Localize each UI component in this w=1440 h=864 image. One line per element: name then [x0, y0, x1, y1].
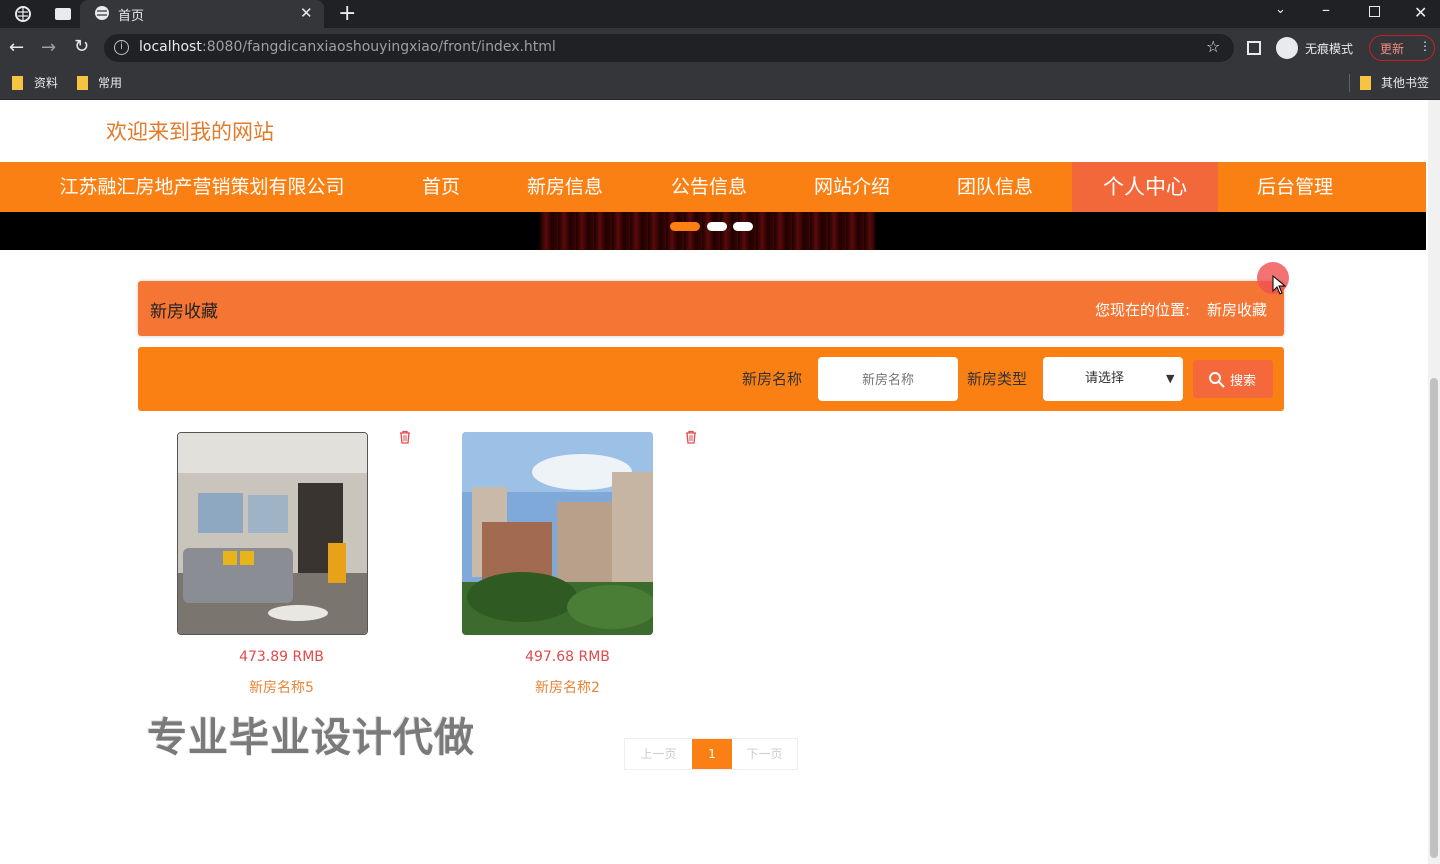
minimize-icon[interactable]: – [1322, 0, 1330, 19]
bookmarks-bar: 资料 常用 其他书签 [0, 68, 1440, 100]
update-button[interactable]: 更新 ⋮ [1369, 35, 1435, 61]
living-room-picture [178, 433, 367, 634]
bookmark-changyong[interactable]: 常用 [98, 74, 122, 91]
address-bar[interactable]: i localhost :8080/fangdicanxiaoshouyingx… [104, 34, 1234, 62]
browser-tab-home[interactable]: 首页 ✕ [80, 0, 324, 28]
breadcrumb-current[interactable]: 新房收藏 [1207, 299, 1267, 320]
breadcrumb-label: 您现在的位置: [1095, 301, 1191, 319]
page-title: 新房收藏 [150, 302, 218, 322]
side-panel-icon[interactable] [1247, 41, 1261, 55]
welcome-text: 欢迎来到我的网站 [106, 120, 274, 144]
nav-notices[interactable]: 公告信息 [638, 162, 780, 212]
delete-icon[interactable] [398, 430, 412, 444]
restore-icon[interactable] [1369, 6, 1380, 17]
name-label: 新房名称 [742, 370, 803, 388]
banner-carousel [0, 212, 1426, 250]
reload-icon[interactable]: ↻ [74, 36, 89, 57]
nav-about[interactable]: 网站介绍 [781, 162, 923, 212]
incognito-label: 无痕模式 [1305, 42, 1354, 56]
tab-search-icon[interactable] [54, 6, 72, 22]
update-label: 更新 [1380, 42, 1405, 56]
bookmark-star-icon[interactable]: ☆ [1206, 37, 1220, 56]
search-button-label: 搜索 [1230, 374, 1257, 389]
other-bookmarks[interactable]: 其他书签 [1381, 74, 1429, 91]
url-path: :8080/fangdicanxiaoshouyingxiao/front/in… [202, 39, 556, 55]
bookmark-ziliao[interactable]: 资料 [34, 74, 58, 91]
nav-home[interactable]: 首页 [392, 162, 490, 212]
nav-personal-center[interactable]: 个人中心 [1072, 162, 1218, 212]
carousel-dot[interactable] [733, 222, 753, 231]
tab-favicon-icon [95, 6, 109, 20]
type-select[interactable]: 请选择 ▼ [1043, 357, 1183, 401]
bookmark-divider [1349, 74, 1350, 92]
nav-admin[interactable]: 后台管理 [1224, 162, 1366, 212]
watermark-text: 专业毕业设计代做 [147, 715, 475, 761]
close-window-icon[interactable]: ✕ [1414, 3, 1427, 22]
item-price: 473.89 RMB [239, 649, 324, 665]
type-label: 新房类型 [967, 370, 1028, 388]
back-icon[interactable]: ← [9, 37, 24, 58]
carousel-dot[interactable] [707, 222, 727, 231]
new-tab-icon[interactable]: + [338, 1, 356, 26]
main-nav: 江苏融汇房地产营销策划有限公司 首页 新房信息 公告信息 网站介绍 团队信息 个… [0, 162, 1426, 212]
url-host: localhost [139, 39, 202, 55]
forward-icon[interactable]: → [41, 37, 56, 58]
search-bar: 新房名称 新房类型 请选择 ▼ 搜索 [138, 347, 1284, 411]
company-name[interactable]: 江苏融汇房地产营销策划有限公司 [40, 162, 364, 212]
item-name[interactable]: 新房名称2 [472, 677, 663, 697]
folder-icon [77, 76, 88, 90]
house-image-living-room[interactable] [177, 432, 368, 635]
house-image-apartments[interactable] [462, 432, 653, 635]
item-name[interactable]: 新房名称5 [186, 677, 377, 697]
scrollbar-thumb[interactable] [1430, 378, 1438, 858]
prev-page-button[interactable]: 上一页 [625, 739, 692, 769]
name-input[interactable] [818, 357, 958, 401]
search-icon [1209, 372, 1225, 388]
incognito-icon[interactable] [1276, 37, 1298, 59]
folder-icon [12, 76, 23, 90]
pagination: 上一页 1 下一页 [624, 738, 798, 770]
delete-icon[interactable] [684, 430, 698, 444]
next-page-button[interactable]: 下一页 [732, 739, 797, 769]
page: 欢迎来到我的网站 江苏融汇房地产营销策划有限公司 首页 新房信息 公告信息 网站… [0, 100, 1428, 864]
globe-icon[interactable] [14, 5, 32, 23]
page-scrollbar[interactable] [1428, 100, 1440, 864]
folder-icon [1360, 76, 1371, 90]
tab-close-icon[interactable]: ✕ [300, 4, 313, 22]
mouse-cursor-icon [1272, 275, 1286, 295]
type-select-value: 请选择 [1085, 371, 1125, 386]
chevron-down-icon: ▼ [1166, 372, 1175, 385]
search-button[interactable]: 搜索 [1193, 360, 1273, 398]
menu-icon[interactable]: ⋮ [1419, 39, 1431, 53]
browser-tab-bar: 首页 ✕ + ⌄ – ✕ [0, 0, 1440, 28]
carousel-dot-active[interactable] [670, 222, 700, 231]
apartment-picture [462, 432, 653, 635]
nav-team[interactable]: 团队信息 [924, 162, 1066, 212]
tab-list-icon[interactable]: ⌄ [1275, 2, 1286, 17]
site-info-icon[interactable]: i [114, 40, 129, 55]
page-1-button[interactable]: 1 [692, 739, 732, 769]
browser-toolbar: ← → ↻ i localhost :8080/fangdicanxiaosho… [0, 28, 1440, 68]
tab-title: 首页 [118, 9, 145, 24]
breadcrumb-bar: 新房收藏 您现在的位置: 新房收藏 [138, 281, 1284, 336]
item-price: 497.68 RMB [525, 649, 610, 665]
banner-image [540, 212, 875, 250]
nav-new-houses[interactable]: 新房信息 [494, 162, 636, 212]
